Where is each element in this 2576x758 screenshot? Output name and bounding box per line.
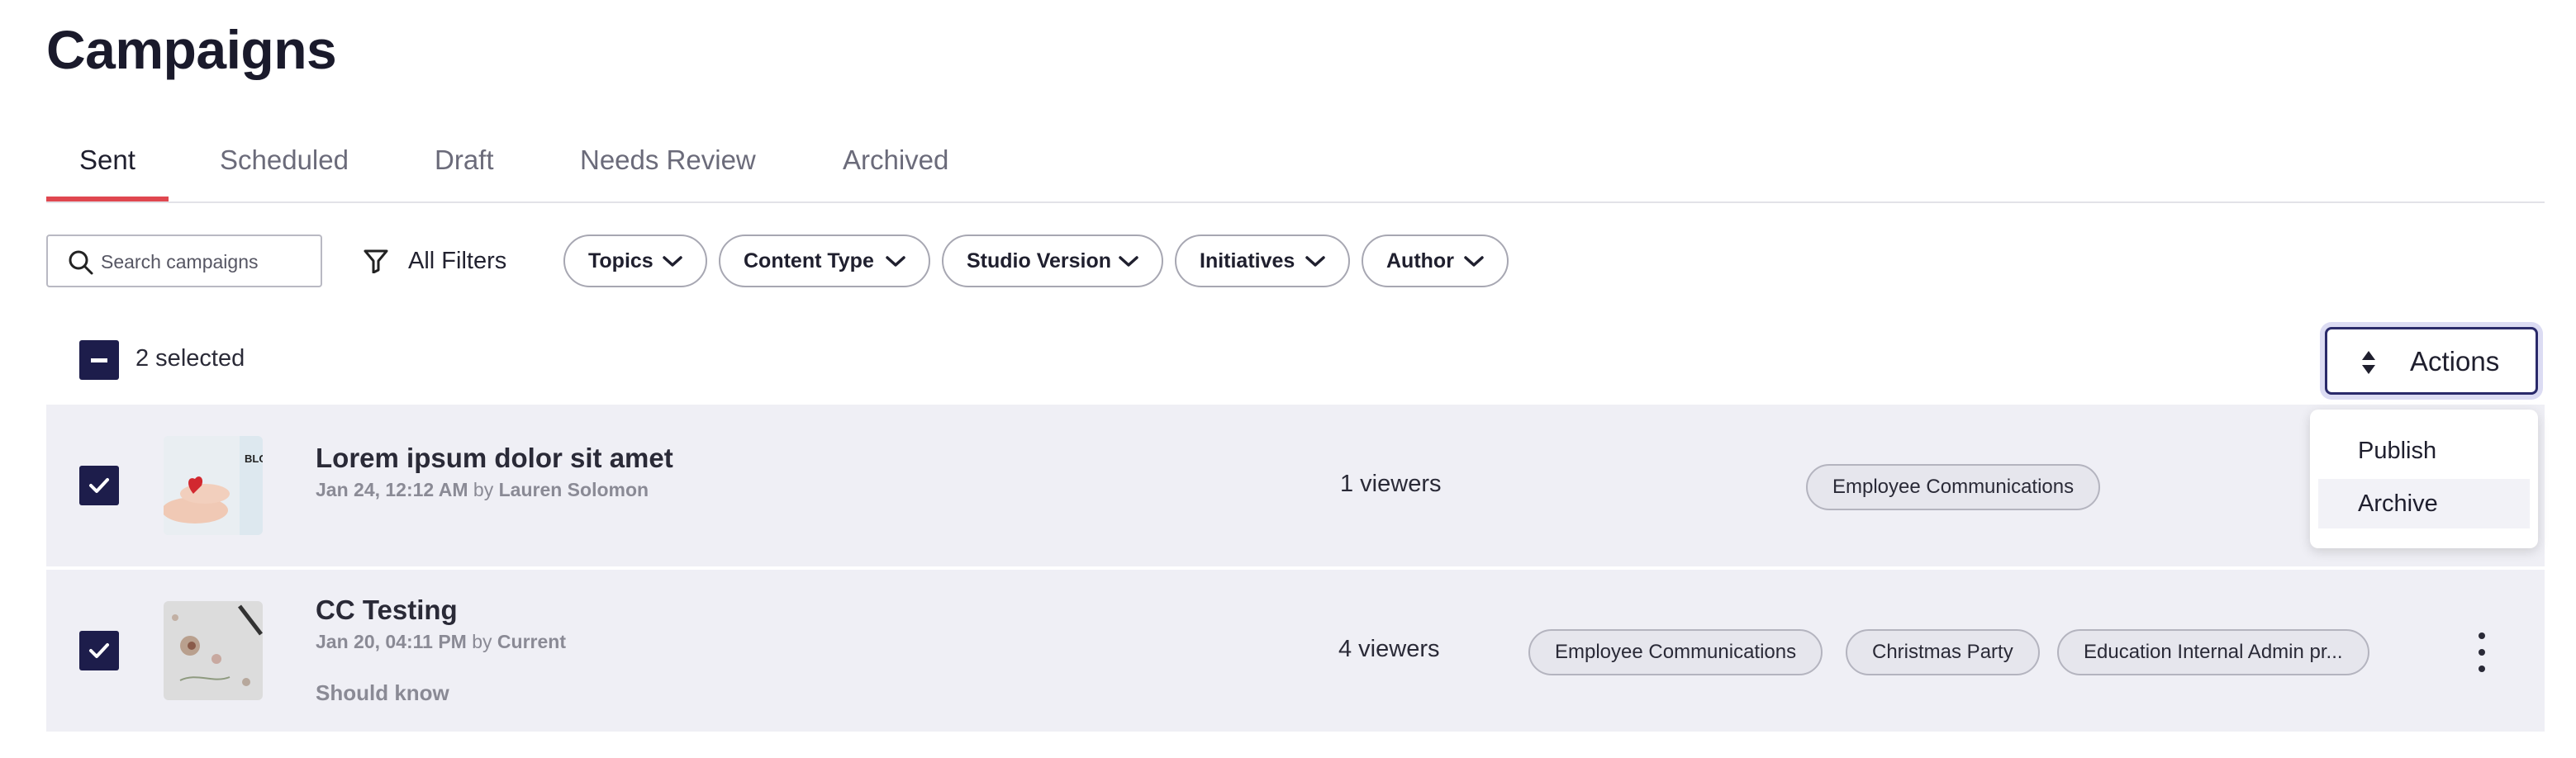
by-label: by xyxy=(473,479,494,500)
studio-version-filter-label: Studio Version xyxy=(967,249,1112,272)
content-type-filter-label: Content Type xyxy=(744,249,874,272)
by-label: by xyxy=(472,631,492,652)
tab-draft[interactable]: Draft xyxy=(435,139,494,203)
campaign-title[interactable]: Lorem ipsum dolor sit amet xyxy=(316,443,673,474)
thumbnail-text: BLO DRI xyxy=(245,452,263,465)
row-checkbox[interactable] xyxy=(79,631,119,670)
select-all-checkbox[interactable] xyxy=(79,340,119,380)
campaign-meta: Jan 20, 04:11 PM by Current xyxy=(316,631,566,653)
active-tab-indicator xyxy=(46,197,169,201)
viewer-count: 4 viewers xyxy=(1338,636,1440,662)
campaign-thumbnail: BLO DRI xyxy=(164,436,263,535)
tab-sent[interactable]: Sent xyxy=(79,139,135,203)
viewer-count: 1 viewers xyxy=(1340,471,1442,497)
filter-icon xyxy=(364,249,388,273)
actions-menu: Publish Archive xyxy=(2310,410,2538,548)
chevron-down-icon xyxy=(1119,256,1138,267)
author-filter[interactable]: Author xyxy=(1362,235,1509,287)
more-options-icon[interactable] xyxy=(2465,629,2498,675)
selection-count: 2 selected xyxy=(135,345,245,372)
content-type-filter[interactable]: Content Type xyxy=(719,235,930,287)
campaign-meta: Jan 24, 12:12 AM by Lauren Solomon xyxy=(316,479,649,501)
campaign-priority: Should know xyxy=(316,680,449,705)
author-filter-label: Author xyxy=(1386,249,1454,272)
tab-archived[interactable]: Archived xyxy=(843,139,948,203)
topics-filter[interactable]: Topics xyxy=(563,235,707,287)
studio-version-filter[interactable]: Studio Version xyxy=(942,235,1163,287)
sort-icon xyxy=(2362,351,2375,374)
actions-label: Actions xyxy=(2410,346,2500,377)
all-filters-label: All Filters xyxy=(408,247,507,274)
initiatives-filter-label: Initiatives xyxy=(1200,249,1295,272)
check-icon xyxy=(89,478,109,493)
all-filters-button[interactable]: All Filters xyxy=(364,235,506,287)
check-icon xyxy=(89,643,109,658)
campaign-row[interactable]: BLO DRI Lorem ipsum dolor sit amet Jan 2… xyxy=(46,405,2545,566)
campaign-author: Lauren Solomon xyxy=(498,479,649,500)
menu-item-publish[interactable]: Publish xyxy=(2318,426,2530,476)
campaign-thumbnail xyxy=(164,601,263,700)
row-checkbox[interactable] xyxy=(79,466,119,505)
search-box[interactable] xyxy=(46,235,322,287)
chevron-down-icon xyxy=(1305,256,1325,267)
campaign-title[interactable]: CC Testing xyxy=(316,595,458,626)
tab-needs-review[interactable]: Needs Review xyxy=(580,139,756,203)
menu-item-archive[interactable]: Archive xyxy=(2318,479,2530,528)
topics-filter-label: Topics xyxy=(588,249,654,272)
campaign-row[interactable]: CC Testing Jan 20, 04:11 PM by Current S… xyxy=(46,570,2545,732)
page-title: Campaigns xyxy=(46,19,337,80)
search-input[interactable] xyxy=(101,246,312,277)
campaign-date: Jan 24, 12:12 AM xyxy=(316,479,468,500)
initiatives-filter[interactable]: Initiatives xyxy=(1175,235,1350,287)
tag-badge: Employee Communications xyxy=(1806,464,2101,510)
tab-scheduled[interactable]: Scheduled xyxy=(220,139,349,203)
search-icon xyxy=(69,250,93,275)
chevron-down-icon xyxy=(663,256,682,267)
tag-badge: Employee Communications xyxy=(1528,629,1823,675)
tab-bar: Sent Scheduled Draft Needs Review Archiv… xyxy=(46,139,2545,203)
campaign-author: Current xyxy=(497,631,566,652)
actions-button[interactable]: Actions xyxy=(2325,327,2538,395)
chevron-down-icon xyxy=(886,256,905,267)
chevron-down-icon xyxy=(1464,256,1484,267)
campaign-date: Jan 20, 04:11 PM xyxy=(316,631,467,652)
tag-badge: Education Internal Admin pr... xyxy=(2057,629,2369,675)
tag-badge: Christmas Party xyxy=(1846,629,2040,675)
